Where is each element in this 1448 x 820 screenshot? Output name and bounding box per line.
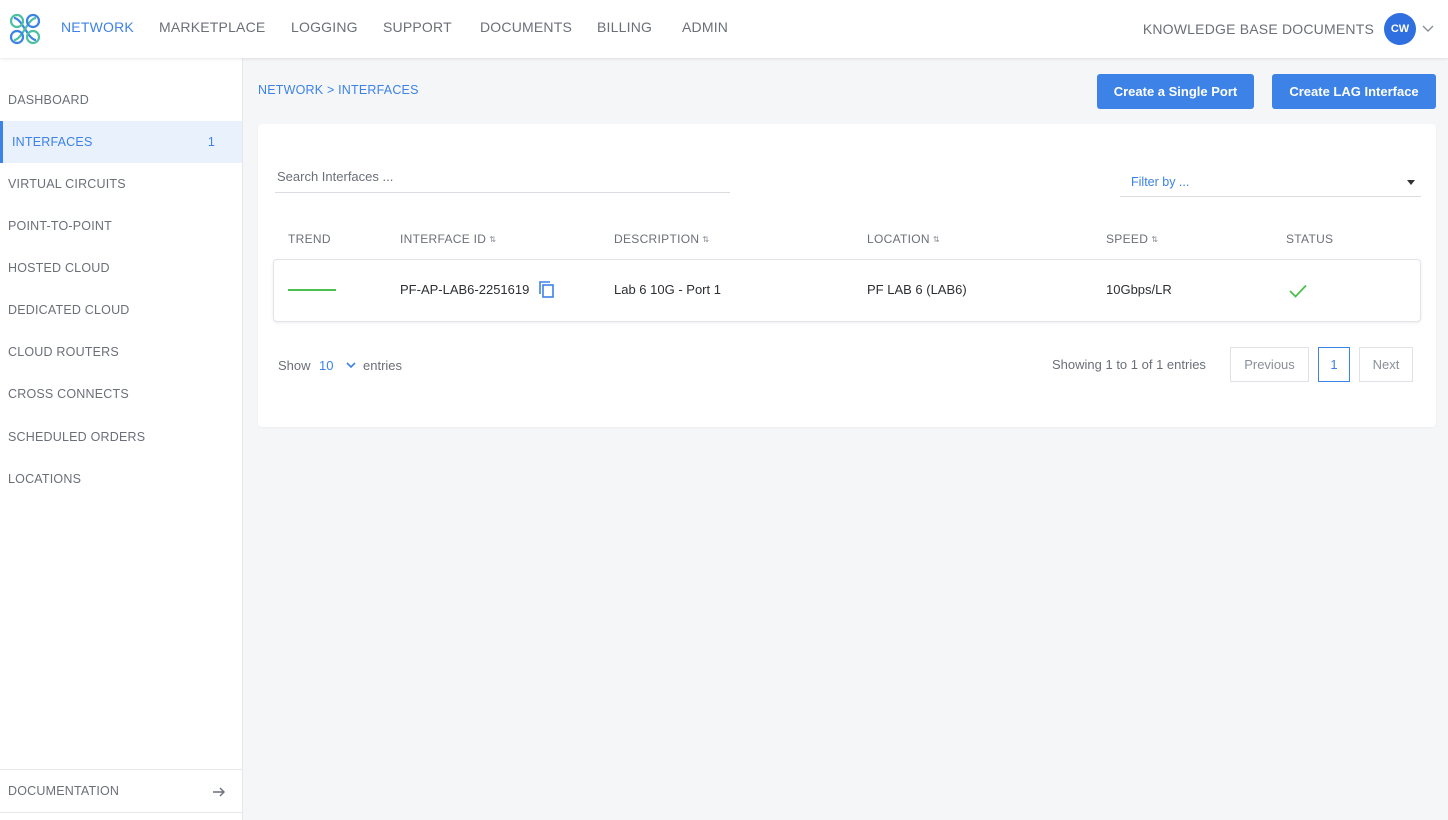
sort-icon: ⇅ [489, 235, 497, 244]
interfaces-card: Filter by ... TREND INTERFACE ID⇅ DESCRI… [258, 124, 1436, 427]
page-size-select[interactable]: 10 [319, 358, 333, 373]
chevron-down-icon[interactable] [1421, 22, 1435, 36]
entries-label: entries [363, 358, 403, 373]
sidebar-item-cross-connects[interactable]: CROSS CONNECTS [0, 373, 242, 415]
nav-marketplace[interactable]: MARKETPLACE [159, 19, 265, 35]
sidebar-item-scheduled-orders[interactable]: SCHEDULED ORDERS [0, 416, 242, 458]
sidebar-item-virtual-circuits[interactable]: VIRTUAL CIRCUITS [0, 163, 242, 205]
sidebar-item-interfaces[interactable]: INTERFACES 1 [0, 121, 242, 163]
arrow-right-icon [213, 787, 225, 797]
interface-id-cell[interactable]: PF-AP-LAB6-2251619 [400, 282, 529, 297]
column-header-description[interactable]: DESCRIPTION ⇅ [614, 232, 709, 246]
create-single-port-button[interactable]: Create a Single Port [1097, 74, 1254, 109]
nav-billing[interactable]: BILLING [597, 19, 652, 35]
column-header-speed[interactable]: SPEED ⇅ [1106, 232, 1158, 246]
pagination-summary: Showing 1 to 1 of 1 entries [1052, 357, 1206, 372]
copy-icon[interactable] [538, 280, 556, 300]
interfaces-count-badge: 1 [207, 135, 215, 149]
caret-down-icon [1407, 180, 1415, 185]
speed-cell: 10Gbps/LR [1106, 282, 1172, 297]
sidebar: DASHBOARD INTERFACES 1 VIRTUAL CIRCUITS P… [0, 58, 243, 820]
chevron-down-icon[interactable] [346, 360, 356, 370]
sidebar-documentation-link[interactable]: DOCUMENTATION [0, 769, 242, 813]
user-avatar[interactable]: CW [1384, 13, 1416, 45]
next-page-button[interactable]: Next [1359, 347, 1413, 382]
status-check-icon [1289, 284, 1307, 298]
top-nav: NETWORK MARKETPLACE LOGGING SUPPORT DOCU… [0, 0, 1448, 58]
sort-icon: ⇅ [702, 235, 710, 244]
sort-icon: ⇅ [1151, 235, 1159, 244]
sidebar-item-dedicated-cloud[interactable]: DEDICATED CLOUD [0, 289, 242, 331]
trend-sparkline [288, 289, 336, 291]
column-header-location[interactable]: LOCATION ⇅ [867, 232, 940, 246]
search-input[interactable] [275, 160, 730, 193]
show-label: Show [278, 358, 311, 373]
filter-select[interactable]: Filter by ... [1120, 168, 1421, 197]
nav-documents[interactable]: DOCUMENTS [480, 19, 572, 35]
nav-admin[interactable]: ADMIN [682, 19, 728, 35]
breadcrumb[interactable]: NETWORK > INTERFACES [258, 83, 419, 97]
location-cell: PF LAB 6 (LAB6) [867, 282, 967, 297]
description-cell: Lab 6 10G - Port 1 [614, 282, 721, 297]
column-header-trend: TREND [288, 232, 331, 246]
page-1-button[interactable]: 1 [1318, 347, 1350, 382]
nav-network[interactable]: NETWORK [61, 19, 134, 35]
column-header-status: STATUS [1286, 232, 1334, 246]
table-row[interactable]: PF-AP-LAB6-2251619 Lab 6 10G - Port 1 PF… [273, 259, 1421, 322]
sidebar-item-dashboard[interactable]: DASHBOARD [0, 79, 242, 121]
nav-logging[interactable]: LOGGING [291, 19, 358, 35]
sidebar-item-cloud-routers[interactable]: CLOUD ROUTERS [0, 331, 242, 373]
sidebar-item-point-to-point[interactable]: POINT-TO-POINT [0, 205, 242, 247]
sort-icon: ⇅ [932, 235, 940, 244]
column-header-interface-id[interactable]: INTERFACE ID ⇅ [400, 232, 496, 246]
create-lag-interface-button[interactable]: Create LAG Interface [1272, 74, 1436, 109]
brand-logo-icon[interactable] [8, 12, 42, 46]
sidebar-item-locations[interactable]: LOCATIONS [0, 458, 242, 500]
sidebar-item-hosted-cloud[interactable]: HOSTED CLOUD [0, 247, 242, 289]
nav-support[interactable]: SUPPORT [383, 19, 452, 35]
knowledge-base-link[interactable]: KNOWLEDGE BASE DOCUMENTS [1143, 21, 1374, 37]
previous-page-button[interactable]: Previous [1230, 347, 1309, 382]
